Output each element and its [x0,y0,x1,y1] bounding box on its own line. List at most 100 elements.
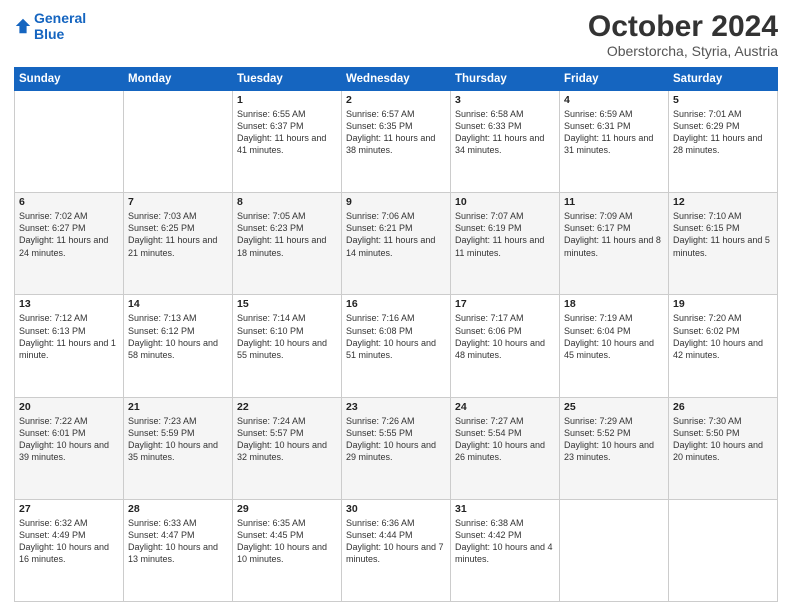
day-info: Sunrise: 7:19 AM Sunset: 6:04 PM Dayligh… [564,312,664,361]
day-info: Sunrise: 7:05 AM Sunset: 6:23 PM Dayligh… [237,210,337,259]
day-number: 5 [673,94,773,106]
day-number: 2 [346,94,446,106]
week-row-1: 1Sunrise: 6:55 AM Sunset: 6:37 PM Daylig… [15,91,778,193]
day-info: Sunrise: 6:58 AM Sunset: 6:33 PM Dayligh… [455,108,555,157]
day-info: Sunrise: 6:35 AM Sunset: 4:45 PM Dayligh… [237,517,337,566]
day-number: 25 [564,401,664,413]
day-info: Sunrise: 7:14 AM Sunset: 6:10 PM Dayligh… [237,312,337,361]
week-row-4: 20 Sunrise: 7:22 AM Sunset: 6:01 PM Dayli… [15,397,778,499]
weekday-header-tuesday: Tuesday [233,68,342,91]
calendar-cell: 10 Sunrise: 7:07 AM Sunset: 6:19 PM Dayli… [451,193,560,295]
logo: General Blue [14,10,86,42]
day-info: Sunrise: 6:55 AM Sunset: 6:37 PM Dayligh… [237,108,337,157]
calendar-table: SundayMondayTuesdayWednesdayThursdayFrid… [14,67,778,602]
calendar-cell: 22 Sunrise: 7:24 AM Sunset: 5:57 PM Dayli… [233,397,342,499]
day-number: 4 [564,94,664,106]
calendar-cell: 27 Sunrise: 6:32 AM Sunset: 4:49 PM Dayli… [15,499,124,601]
day-number: 16 [346,298,446,310]
weekday-header-wednesday: Wednesday [342,68,451,91]
calendar-cell: 8 Sunrise: 7:05 AM Sunset: 6:23 PM Daylig… [233,193,342,295]
day-info: Sunrise: 7:30 AM Sunset: 5:50 PM Dayligh… [673,415,773,464]
calendar-cell: 11Sunrise: 7:09 AM Sunset: 6:17 PM Dayli… [560,193,669,295]
day-number: 7 [128,196,228,208]
day-number: 14 [128,298,228,310]
day-number: 9 [346,196,446,208]
day-number: 22 [237,401,337,413]
day-info: Sunrise: 6:38 AM Sunset: 4:42 PM Dayligh… [455,517,555,566]
day-number: 13 [19,298,119,310]
day-number: 24 [455,401,555,413]
weekday-header-saturday: Saturday [669,68,778,91]
header: General Blue October 2024 Oberstorcha, S… [14,10,778,59]
day-info: Sunrise: 7:22 AM Sunset: 6:01 PM Dayligh… [19,415,119,464]
day-info: Sunrise: 7:10 AM Sunset: 6:15 PM Dayligh… [673,210,773,259]
day-info: Sunrise: 7:13 AM Sunset: 6:12 PM Dayligh… [128,312,228,361]
day-number: 26 [673,401,773,413]
day-info: Sunrise: 6:33 AM Sunset: 4:47 PM Dayligh… [128,517,228,566]
page: General Blue October 2024 Oberstorcha, S… [0,0,792,612]
calendar-cell: 5 Sunrise: 7:01 AM Sunset: 6:29 PM Daylig… [669,91,778,193]
weekday-header-sunday: Sunday [15,68,124,91]
day-info: Sunrise: 6:36 AM Sunset: 4:44 PM Dayligh… [346,517,446,566]
weekday-header-thursday: Thursday [451,68,560,91]
logo-text: General Blue [34,10,86,42]
day-info: Sunrise: 7:03 AM Sunset: 6:25 PM Dayligh… [128,210,228,259]
calendar-cell [124,91,233,193]
day-number: 3 [455,94,555,106]
day-info: Sunrise: 7:24 AM Sunset: 5:57 PM Dayligh… [237,415,337,464]
day-number: 29 [237,503,337,515]
day-number: 18 [564,298,664,310]
calendar-cell: 16Sunrise: 7:16 AM Sunset: 6:08 PM Dayli… [342,295,451,397]
day-number: 8 [237,196,337,208]
day-info: Sunrise: 7:20 AM Sunset: 6:02 PM Dayligh… [673,312,773,361]
day-number: 10 [455,196,555,208]
calendar-cell: 30 Sunrise: 6:36 AM Sunset: 4:44 PM Dayli… [342,499,451,601]
day-info: Sunrise: 7:01 AM Sunset: 6:29 PM Dayligh… [673,108,773,157]
day-number: 19 [673,298,773,310]
calendar-cell: 6 Sunrise: 7:02 AM Sunset: 6:27 PM Daylig… [15,193,124,295]
day-info: Sunrise: 7:23 AM Sunset: 5:59 PM Dayligh… [128,415,228,464]
day-info: Sunrise: 6:32 AM Sunset: 4:49 PM Dayligh… [19,517,119,566]
day-info: Sunrise: 7:07 AM Sunset: 6:19 PM Dayligh… [455,210,555,259]
day-number: 30 [346,503,446,515]
calendar-cell: 18 Sunrise: 7:19 AM Sunset: 6:04 PM Dayli… [560,295,669,397]
calendar-cell [669,499,778,601]
calendar-cell: 19 Sunrise: 7:20 AM Sunset: 6:02 PM Dayli… [669,295,778,397]
month-year: October 2024 [588,10,778,43]
calendar-cell: 12 Sunrise: 7:10 AM Sunset: 6:15 PM Dayli… [669,193,778,295]
day-info: Sunrise: 7:17 AM Sunset: 6:06 PM Dayligh… [455,312,555,361]
day-number: 21 [128,401,228,413]
calendar-cell: 31Sunrise: 6:38 AM Sunset: 4:42 PM Dayli… [451,499,560,601]
day-info: Sunrise: 7:06 AM Sunset: 6:21 PM Dayligh… [346,210,446,259]
calendar-body: 1Sunrise: 6:55 AM Sunset: 6:37 PM Daylig… [15,91,778,602]
calendar-cell: 25 Sunrise: 7:29 AM Sunset: 5:52 PM Dayli… [560,397,669,499]
calendar-cell: 23 Sunrise: 7:26 AM Sunset: 5:55 PM Dayli… [342,397,451,499]
day-info: Sunrise: 7:27 AM Sunset: 5:54 PM Dayligh… [455,415,555,464]
day-number: 6 [19,196,119,208]
weekday-header-row: SundayMondayTuesdayWednesdayThursdayFrid… [15,68,778,91]
calendar-cell: 1Sunrise: 6:55 AM Sunset: 6:37 PM Daylig… [233,91,342,193]
week-row-3: 13Sunrise: 7:12 AM Sunset: 6:13 PM Dayli… [15,295,778,397]
title-block: October 2024 Oberstorcha, Styria, Austri… [588,10,778,59]
day-info: Sunrise: 6:59 AM Sunset: 6:31 PM Dayligh… [564,108,664,157]
calendar-cell: 4 Sunrise: 6:59 AM Sunset: 6:31 PM Daylig… [560,91,669,193]
calendar-cell: 13Sunrise: 7:12 AM Sunset: 6:13 PM Dayli… [15,295,124,397]
calendar-cell: 24 Sunrise: 7:27 AM Sunset: 5:54 PM Dayli… [451,397,560,499]
day-number: 27 [19,503,119,515]
day-number: 23 [346,401,446,413]
calendar-cell: 29 Sunrise: 6:35 AM Sunset: 4:45 PM Dayli… [233,499,342,601]
day-number: 20 [19,401,119,413]
day-number: 12 [673,196,773,208]
calendar-cell [15,91,124,193]
calendar-cell: 15Sunrise: 7:14 AM Sunset: 6:10 PM Dayli… [233,295,342,397]
calendar-cell: 3 Sunrise: 6:58 AM Sunset: 6:33 PM Daylig… [451,91,560,193]
day-number: 11 [564,196,664,208]
week-row-5: 27 Sunrise: 6:32 AM Sunset: 4:49 PM Dayli… [15,499,778,601]
day-info: Sunrise: 7:26 AM Sunset: 5:55 PM Dayligh… [346,415,446,464]
calendar-cell: 14 Sunrise: 7:13 AM Sunset: 6:12 PM Dayli… [124,295,233,397]
day-info: Sunrise: 7:29 AM Sunset: 5:52 PM Dayligh… [564,415,664,464]
week-row-2: 6 Sunrise: 7:02 AM Sunset: 6:27 PM Daylig… [15,193,778,295]
calendar-cell: 17Sunrise: 7:17 AM Sunset: 6:06 PM Dayli… [451,295,560,397]
calendar-cell: 2Sunrise: 6:57 AM Sunset: 6:35 PM Daylig… [342,91,451,193]
day-info: Sunrise: 7:02 AM Sunset: 6:27 PM Dayligh… [19,210,119,259]
